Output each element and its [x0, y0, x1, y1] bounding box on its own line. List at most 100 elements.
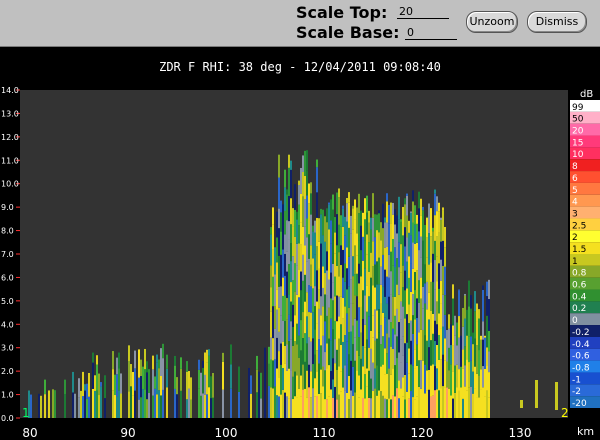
data-bin [100, 382, 102, 387]
x-tick-label: 80 [22, 426, 37, 440]
data-bin [362, 260, 364, 291]
data-bin [442, 210, 444, 241]
data-bin [256, 392, 258, 418]
data-bin [300, 193, 302, 223]
data-bin [304, 199, 306, 227]
data-bin [306, 343, 308, 371]
data-bin [278, 286, 280, 308]
data-bin [438, 211, 440, 233]
colorbar-label: 0.2 [572, 304, 586, 314]
data-bin [304, 226, 306, 246]
data-bin [486, 390, 488, 418]
data-bin [208, 355, 210, 388]
scale-base-input[interactable] [405, 25, 457, 40]
data-bin [404, 374, 406, 400]
data-bin [282, 320, 284, 342]
data-bin [378, 360, 380, 391]
data-bin [426, 281, 428, 310]
data-bin [290, 370, 292, 398]
data-bin [270, 227, 272, 235]
data-bin [452, 371, 454, 399]
data-bin [374, 214, 376, 238]
data-bin [410, 364, 412, 392]
data-bin [346, 392, 348, 418]
data-bin [480, 335, 482, 340]
data-bin [474, 366, 476, 389]
data-bin [478, 350, 480, 376]
data-bin [392, 214, 394, 239]
data-bin [78, 378, 80, 398]
data-bin [438, 313, 440, 335]
data-bin [342, 387, 344, 418]
data-bin [428, 370, 430, 390]
data-bin [450, 324, 452, 346]
data-bin [386, 193, 388, 202]
data-bin [316, 192, 318, 218]
data-bin [440, 259, 442, 281]
data-bin [535, 380, 538, 408]
unzoom-button[interactable]: Unzoom [466, 11, 518, 33]
data-bin [250, 393, 252, 418]
data-bin [428, 319, 430, 348]
data-bin [336, 369, 338, 400]
data-bin [460, 335, 462, 338]
data-bin [466, 309, 468, 336]
y-tick-label: 11.0 [1, 156, 19, 165]
data-bin [292, 304, 294, 327]
data-bin [446, 387, 448, 418]
data-bin [352, 344, 354, 367]
data-bin [290, 282, 292, 302]
scale-top-input[interactable] [397, 4, 449, 19]
data-bin [202, 360, 204, 368]
data-bin [386, 303, 388, 334]
data-bin [482, 289, 484, 322]
data-bin [368, 316, 370, 348]
data-bin [372, 193, 374, 218]
data-bin [358, 240, 360, 264]
x-axis-unit: km [577, 425, 594, 438]
data-bin [392, 296, 394, 329]
data-bin [386, 373, 388, 400]
rhi-plot[interactable]: 0.01.02.03.04.05.06.07.08.09.010.011.012… [0, 80, 600, 440]
data-bin [306, 397, 308, 418]
data-bin [128, 345, 130, 361]
data-bin [328, 202, 330, 205]
data-bin [152, 369, 154, 396]
dismiss-button[interactable]: Dismiss [527, 11, 587, 33]
data-bin [392, 265, 394, 297]
data-bin [360, 306, 362, 333]
data-bin [420, 329, 422, 361]
data-bin [284, 234, 286, 254]
data-bin [270, 311, 272, 338]
data-bin [358, 355, 360, 376]
data-bin [456, 364, 458, 388]
data-bin [488, 372, 490, 398]
data-bin [30, 394, 32, 418]
data-bin [276, 237, 278, 263]
data-bin [390, 223, 392, 252]
data-bin [276, 262, 278, 290]
y-tick-label: 9.0 [1, 203, 14, 212]
data-bin [304, 333, 306, 362]
data-bin [432, 253, 434, 283]
data-bin [304, 388, 306, 418]
data-bin [104, 398, 106, 418]
data-bin [364, 268, 366, 296]
data-bin [398, 242, 400, 268]
data-bin [162, 358, 164, 390]
data-bin [384, 247, 386, 270]
data-bin [316, 217, 318, 247]
data-bin [392, 238, 394, 266]
data-bin [444, 338, 446, 361]
data-bin [472, 344, 474, 372]
data-bin [346, 313, 348, 342]
data-bin [358, 337, 360, 356]
data-bin [488, 279, 490, 300]
data-bin [394, 365, 396, 397]
data-bin [428, 264, 430, 293]
data-bin [390, 271, 392, 295]
data-bin [116, 374, 118, 397]
data-bin [312, 225, 314, 232]
data-bin [414, 319, 416, 350]
data-bin [390, 399, 392, 418]
